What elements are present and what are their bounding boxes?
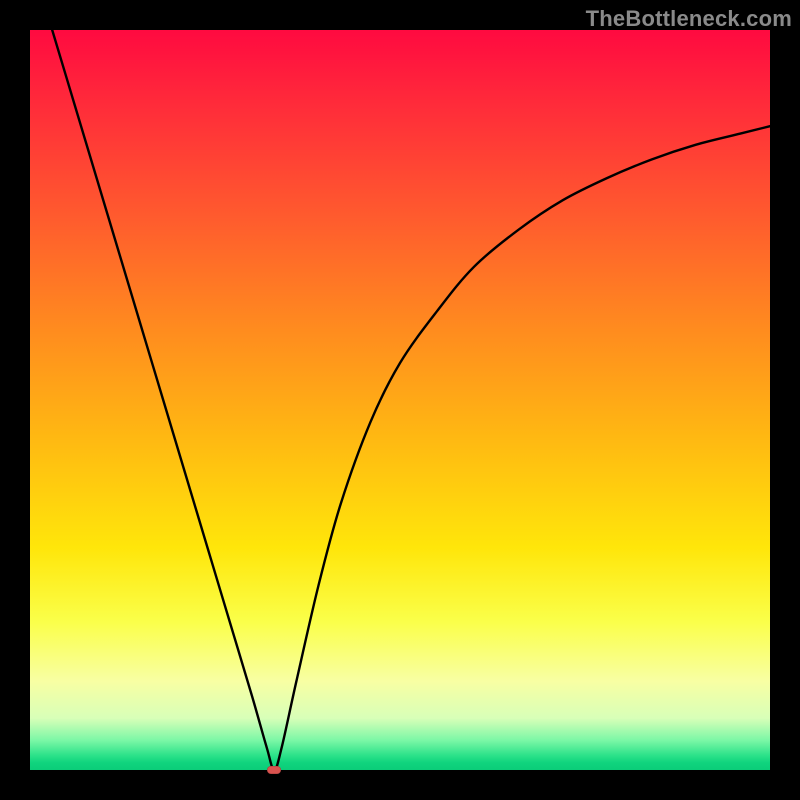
chart-frame xyxy=(30,30,770,770)
chart-svg xyxy=(30,30,770,770)
optimum-marker xyxy=(267,766,281,774)
bottleneck-curve-path xyxy=(52,30,770,770)
watermark-text: TheBottleneck.com xyxy=(586,6,792,32)
